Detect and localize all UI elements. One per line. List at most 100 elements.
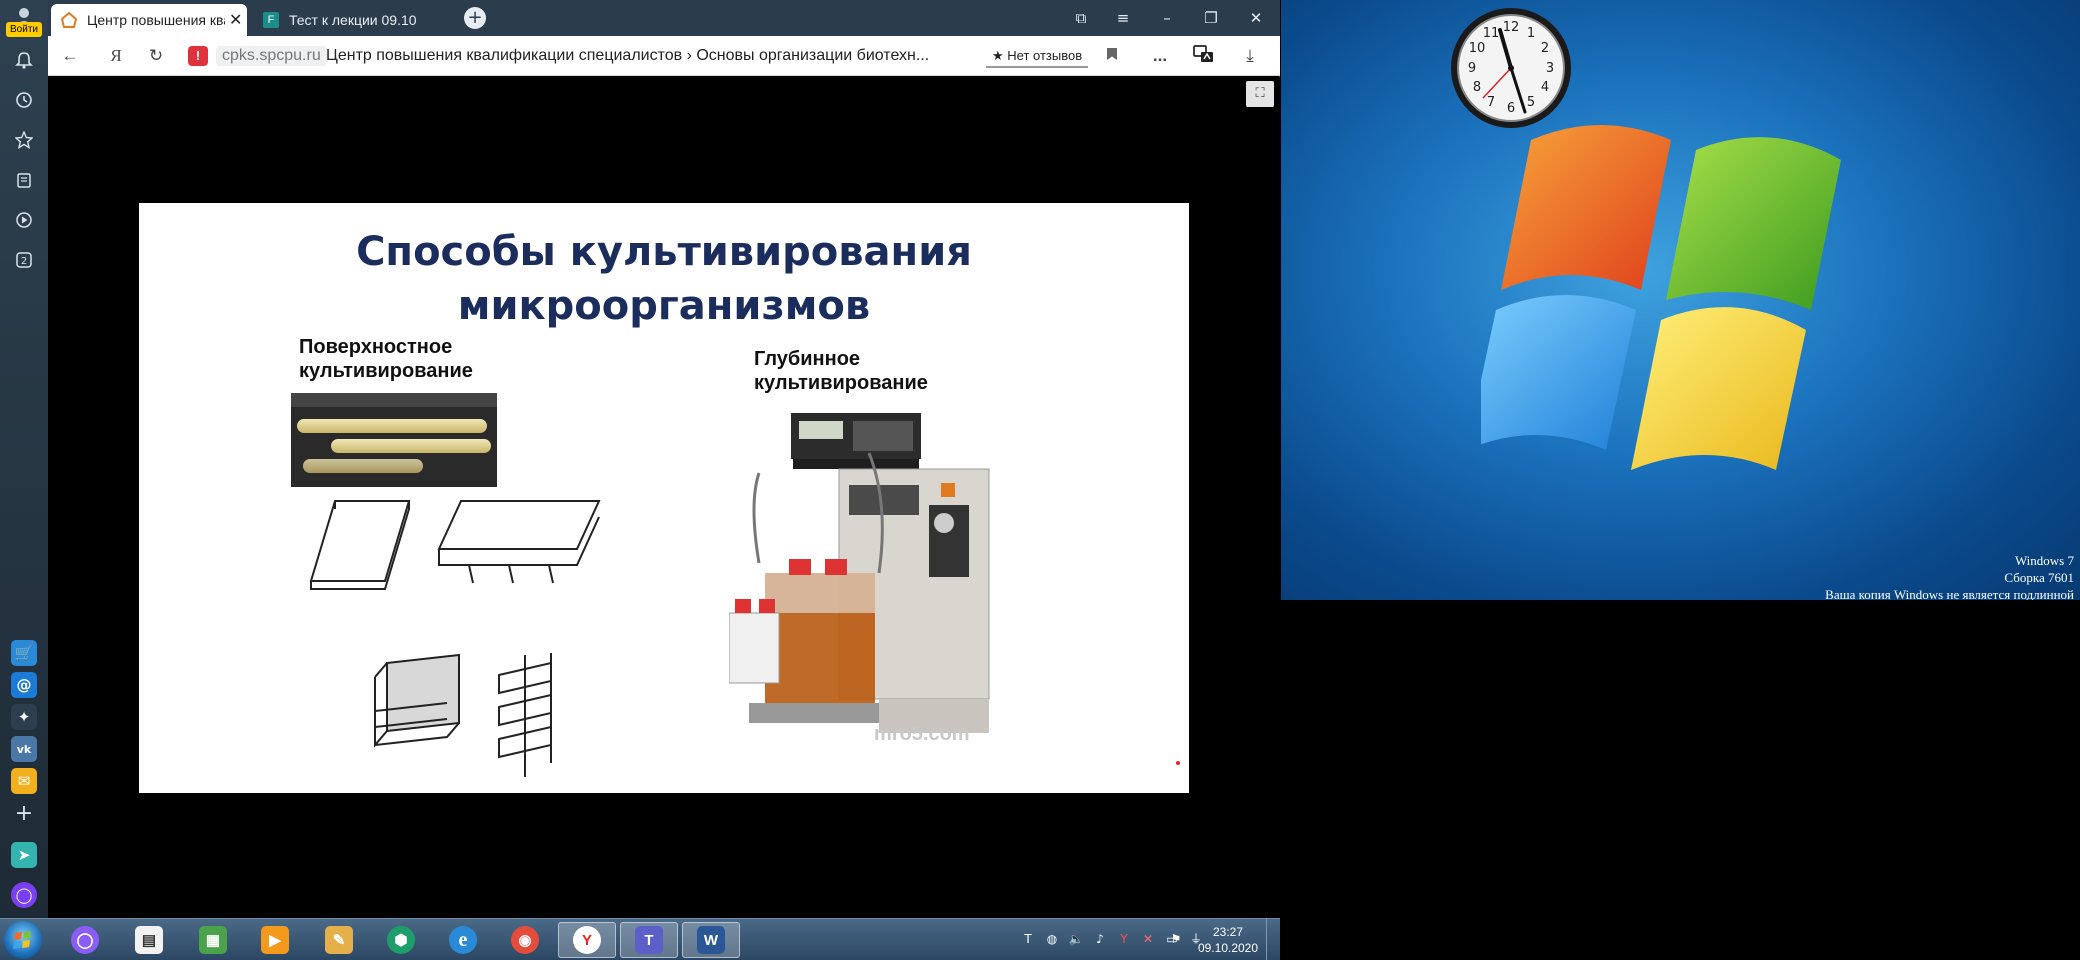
tab-close-icon[interactable]: ✕: [229, 10, 242, 30]
taskbar-word[interactable]: W: [682, 922, 740, 958]
network-tray-icon[interactable]: ◍: [1044, 931, 1060, 947]
new-tab-button[interactable]: +: [464, 7, 486, 29]
taskbar-teams[interactable]: T: [620, 922, 678, 958]
clock-gadget[interactable]: 12 12 345 678 91011: [1449, 6, 1573, 130]
svg-text:5: 5: [1527, 95, 1535, 110]
taskbar-notepad[interactable]: ▤: [120, 922, 178, 958]
windows-genuine-notice: Ваша копия Windows не является подлинной: [1825, 587, 2074, 600]
taskbar-chrome[interactable]: ◉: [496, 922, 554, 958]
taskbar-monitor[interactable]: ▦: [184, 922, 242, 958]
download-button[interactable]: ⤓: [1238, 44, 1262, 68]
taskbar: ◯ ▤ ▦ ▶ ✎ ⬢ e ◉ Y T W T ◍ 🔈 ♪ Y ✕ ▭ ⏚ ⚑ …: [0, 918, 1280, 960]
minimize-button[interactable]: –: [1152, 6, 1182, 30]
taskbar-alice[interactable]: ◯: [56, 922, 114, 958]
bell-icon[interactable]: [10, 46, 38, 74]
media-player-icon: ▶: [261, 926, 289, 954]
action-center-flag-icon[interactable]: ⚑: [1168, 931, 1184, 947]
taskbar-security[interactable]: ⬢: [372, 922, 430, 958]
taskbar-media-player[interactable]: ▶: [246, 922, 304, 958]
svg-text:10: 10: [1469, 41, 1486, 56]
agar-culture-photo: [291, 393, 497, 487]
svg-text:7: 7: [1487, 95, 1495, 110]
deep-heading-line-2: культивирование: [754, 372, 928, 394]
slide-title-line-1: Способы культивирования: [356, 229, 972, 275]
notepad-icon: ▤: [135, 926, 163, 954]
favorites-star-icon[interactable]: [10, 126, 38, 154]
back-button[interactable]: ←: [58, 44, 82, 68]
yandex-sidebar: Войти 2 🛒 @ ✦ vk ✉ + ➤ ◯: [0, 0, 48, 918]
alice-icon: ◯: [71, 926, 99, 954]
taskbar-yandex-browser[interactable]: Y: [558, 922, 616, 958]
paint-icon: ✎: [325, 926, 353, 954]
security-shield-icon: ⬢: [387, 926, 415, 954]
windows-desktop: 12 1 2 345 678 9 10 11 Windows 7 Сборка …: [1281, 0, 2080, 600]
word-icon: W: [697, 926, 725, 954]
bookmarks-panel-icon[interactable]: ⧉: [1066, 6, 1096, 30]
bookmark-flag-icon[interactable]: [1100, 44, 1124, 68]
svg-text:3: 3: [1546, 61, 1554, 76]
windows-build: Сборка 7601: [2004, 570, 2074, 585]
tab-favicon-icon: [61, 12, 77, 28]
alice-assistant-icon[interactable]: ◯: [11, 882, 37, 908]
insecure-warning-icon[interactable]: !: [188, 46, 208, 66]
surface-cultivation-heading: Поверхностное культивирование: [299, 335, 539, 383]
menu-icon[interactable]: ≡: [1108, 6, 1138, 30]
reviews-button[interactable]: ★ Нет отзывов: [986, 44, 1089, 68]
login-button[interactable]: Войти: [6, 22, 42, 37]
envelope-icon[interactable]: ✉: [11, 768, 37, 794]
chrome-icon: ◉: [511, 926, 539, 954]
video-play-icon[interactable]: [10, 206, 38, 234]
surface-heading-line-1: Поверхностное: [299, 336, 453, 358]
watermark-text: mro5.com: [874, 723, 970, 745]
zen-sparkle-icon[interactable]: ✦: [11, 704, 37, 730]
history-clock-icon[interactable]: [10, 86, 38, 114]
yandex-tray-icon[interactable]: Y: [1116, 931, 1132, 947]
system-clock[interactable]: 23:27 09.10.2020: [1188, 924, 1268, 956]
taskbar-paint[interactable]: ✎: [310, 922, 368, 958]
surface-heading-line-2: культивирование: [299, 360, 473, 382]
clock-time: 23:27: [1212, 925, 1244, 939]
svg-text:4: 4: [1541, 80, 1549, 95]
svg-text:8: 8: [1473, 80, 1481, 95]
sound-tray-icon[interactable]: ♪: [1092, 931, 1108, 947]
address-domain[interactable]: cpks.spcpu.ru: [216, 46, 327, 66]
svg-text:2: 2: [1541, 41, 1549, 56]
mail-at-icon[interactable]: @: [11, 672, 37, 698]
svg-text:12: 12: [1503, 20, 1520, 35]
close-window-button[interactable]: ✕: [1241, 6, 1271, 30]
teams-icon: T: [635, 926, 663, 954]
taskbar-internet-explorer[interactable]: e: [434, 922, 492, 958]
red-dot: [1176, 761, 1180, 765]
browser-window: Войти 2 🛒 @ ✦ vk ✉ + ➤ ◯ Центр повышения…: [0, 0, 1280, 918]
tab-title: Центр повышения квалификации: [87, 12, 225, 28]
page-content: ⛶ Способы культивирования микроорганизмо…: [48, 77, 1280, 918]
yandex-home-button[interactable]: Я: [104, 44, 128, 68]
reload-button[interactable]: ↻: [144, 44, 168, 68]
collections-icon[interactable]: [10, 166, 38, 194]
yandex-browser-icon: Y: [573, 926, 601, 954]
send-arrow-icon[interactable]: ➤: [11, 842, 37, 868]
add-panel-icon[interactable]: +: [10, 799, 38, 827]
tabs-count-icon[interactable]: 2: [10, 246, 38, 274]
tab-test[interactable]: F Тест к лекции 09.10: [253, 4, 443, 36]
volume-icon[interactable]: 🔈: [1068, 931, 1084, 947]
test-favicon-icon: F: [263, 12, 279, 28]
address-page-title[interactable]: Центр повышения квалификации специалисто…: [326, 46, 986, 66]
deep-heading-line-1: Глубинное: [754, 348, 861, 370]
tab-center[interactable]: Центр повышения квалификации ✕: [51, 4, 247, 36]
bioreactor-photo: [729, 413, 990, 733]
market-cart-icon[interactable]: 🛒: [11, 640, 37, 666]
fullscreen-toggle-icon[interactable]: ⛶: [1246, 81, 1274, 107]
vk-icon[interactable]: vk: [11, 736, 37, 762]
more-button[interactable]: ...: [1148, 44, 1172, 68]
screen: Войти 2 🛒 @ ✦ vk ✉ + ➤ ◯ Центр повышения…: [0, 0, 2080, 960]
svg-text:1: 1: [1527, 26, 1535, 41]
clock-date: 09.10.2020: [1197, 941, 1259, 955]
start-button[interactable]: [4, 921, 42, 959]
tab-title: Тест к лекции 09.10: [289, 12, 417, 28]
translate-icon[interactable]: [1192, 44, 1216, 68]
windows-version: Windows 7: [2014, 553, 2074, 568]
no-connection-icon[interactable]: ✕: [1140, 931, 1156, 947]
maximize-button[interactable]: ❐: [1196, 6, 1226, 30]
show-desktop-button[interactable]: [1266, 919, 1280, 960]
